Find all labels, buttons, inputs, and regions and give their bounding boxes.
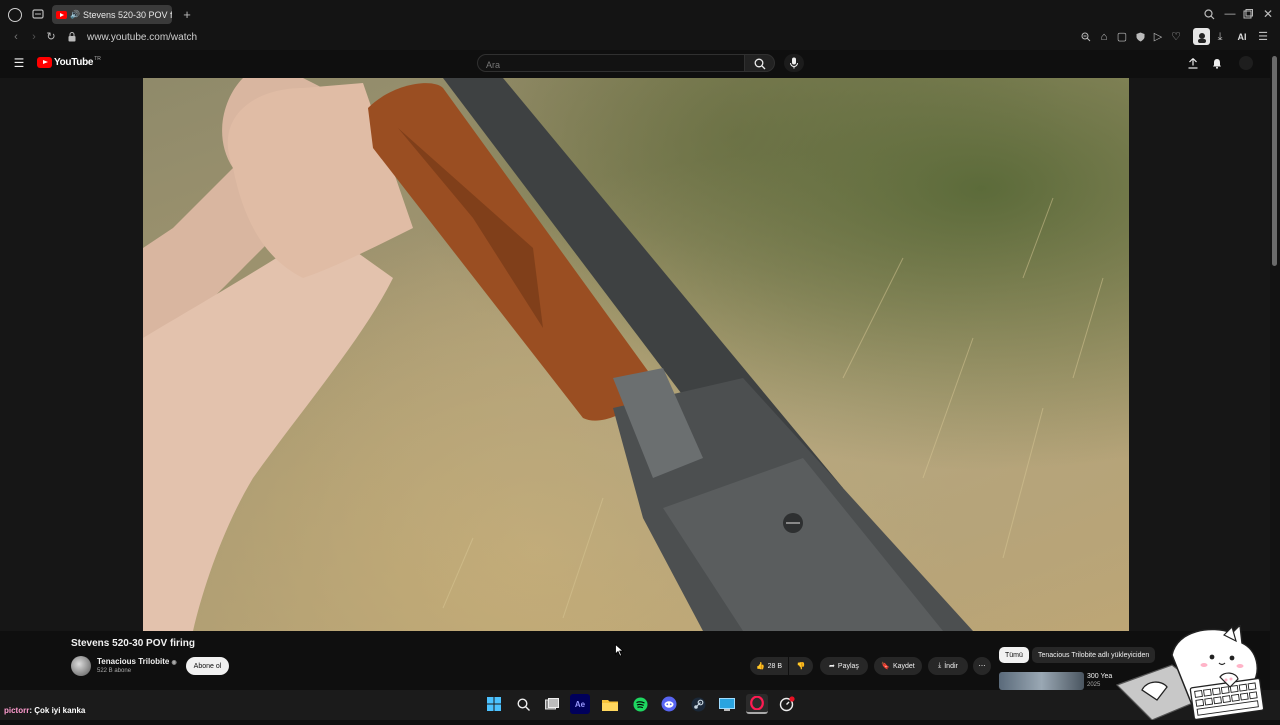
thumbs-up-icon: 👍 xyxy=(755,663,765,670)
tab-manager-icon[interactable] xyxy=(32,9,44,19)
taskbar-search-icon[interactable] xyxy=(512,694,534,714)
chat-username: pictorr xyxy=(4,706,30,715)
recommendation-subtitle: 2025 xyxy=(1087,682,1101,688)
youtube-logo[interactable]: YouTube TR xyxy=(37,55,101,68)
after-effects-icon[interactable]: Ae xyxy=(570,694,590,714)
zoom-icon[interactable] xyxy=(1080,31,1092,43)
maximize-icon[interactable] xyxy=(1242,8,1254,20)
subscriber-count: 522 B abone xyxy=(97,668,132,674)
download-button[interactable]: ⤓ İndir xyxy=(928,657,968,675)
forward-icon[interactable]: › xyxy=(28,31,40,43)
download-label: İndir xyxy=(944,662,958,670)
region-code: TR xyxy=(94,55,101,62)
opera-icon[interactable] xyxy=(8,8,22,22)
save-button[interactable]: 🔖 Kaydet xyxy=(874,657,922,675)
youtube-wordmark: YouTube xyxy=(54,57,94,68)
download-icon[interactable]: ⤓ xyxy=(1214,31,1226,43)
upload-icon[interactable] xyxy=(1187,57,1199,69)
ai-button[interactable]: AI xyxy=(1233,31,1251,43)
bongo-cat-overlay xyxy=(1112,623,1270,721)
verified-icon: ◉ xyxy=(171,660,177,666)
like-button[interactable]: 👍 28 B xyxy=(750,657,788,675)
tab-title: Stevens 520-30 POV f xyxy=(82,9,172,20)
heart-icon[interactable]: ♡ xyxy=(1170,31,1182,43)
speaker-icon[interactable]: 🔊 xyxy=(70,10,80,19)
share-button[interactable]: ➦ Paylaş xyxy=(820,657,868,675)
chat-text: : Çok iyi kanka xyxy=(29,706,86,715)
app-badge-icon[interactable] xyxy=(776,694,798,714)
mouse-cursor xyxy=(615,643,625,662)
spotify-icon[interactable] xyxy=(629,694,651,714)
remote-desktop-icon[interactable] xyxy=(716,694,738,714)
youtube-play-icon xyxy=(37,57,52,68)
menu-icon[interactable]: ☰ xyxy=(1257,31,1269,43)
chip-all[interactable]: Tümü xyxy=(999,647,1029,663)
page-scrollbar-thumb[interactable] xyxy=(1272,56,1277,266)
snapshot-icon[interactable]: ▢ xyxy=(1116,31,1128,43)
back-icon[interactable]: ‹ xyxy=(10,31,22,43)
more-icon: ⋯ xyxy=(978,663,986,670)
search-button[interactable] xyxy=(745,54,775,72)
share-label: Paylaş xyxy=(837,662,859,670)
steam-icon[interactable] xyxy=(687,694,709,714)
minimize-icon[interactable]: — xyxy=(1224,8,1236,20)
opera-gx-icon[interactable] xyxy=(746,694,768,714)
youtube-favicon-icon xyxy=(56,10,67,19)
search-icon[interactable] xyxy=(1203,8,1215,20)
mic-icon xyxy=(790,57,798,69)
share-icon: ➦ xyxy=(829,663,835,670)
video-frame[interactable] xyxy=(143,78,1129,631)
hamburger-icon[interactable]: ☰ xyxy=(12,57,26,69)
task-view-icon[interactable] xyxy=(541,694,563,714)
dislike-button[interactable]: 👎 xyxy=(789,657,813,675)
channel-name[interactable]: Tenacious Trilobite ◉ xyxy=(97,657,177,666)
recommendation-thumbnail[interactable] xyxy=(999,672,1084,690)
recommendation-title[interactable]: 300 Yea xyxy=(1087,673,1112,680)
more-actions-button[interactable]: ⋯ xyxy=(973,657,991,675)
close-icon[interactable]: ✕ xyxy=(1262,8,1274,20)
reload-icon[interactable]: ↻ xyxy=(45,31,57,43)
profile-avatar[interactable] xyxy=(1193,28,1210,45)
video-title: Stevens 520-30 POV firing xyxy=(71,638,195,649)
thumbs-down-icon: 👎 xyxy=(796,663,806,670)
voice-search-button[interactable] xyxy=(784,54,804,72)
file-explorer-icon[interactable] xyxy=(599,694,621,714)
player-icon[interactable]: ▷ xyxy=(1152,31,1164,43)
extension-icon[interactable]: ⌂ xyxy=(1098,31,1110,43)
channel-avatar[interactable] xyxy=(71,656,91,676)
subscribe-button[interactable]: Abone ol xyxy=(186,657,229,675)
account-avatar[interactable] xyxy=(1239,56,1253,70)
new-tab-icon[interactable]: + xyxy=(181,8,193,21)
url-field[interactable]: www.youtube.com/watch xyxy=(87,32,197,43)
bell-icon[interactable] xyxy=(1211,57,1223,69)
video-content-image xyxy=(143,78,1104,631)
like-count: 28 B xyxy=(767,662,783,670)
start-icon[interactable] xyxy=(483,694,505,714)
save-label: Kaydet xyxy=(892,662,915,670)
shield-icon[interactable] xyxy=(1134,31,1146,43)
channel-name-text: Tenacious Trilobite xyxy=(97,657,170,666)
download-icon: ⤓ xyxy=(938,662,942,669)
search-icon xyxy=(754,58,766,70)
bookmark-icon: 🔖 xyxy=(881,663,890,670)
discord-icon[interactable] xyxy=(658,694,680,714)
search-input[interactable] xyxy=(478,57,744,73)
ai-label: AI xyxy=(1237,31,1247,42)
tab-active[interactable]: 🔊 Stevens 520-30 POV f xyxy=(52,5,172,24)
search-box xyxy=(477,54,745,73)
stream-chat-message: pictorr: Çok iyi kanka xyxy=(4,706,85,715)
lock-icon[interactable] xyxy=(67,31,77,43)
bongo-cat-icon xyxy=(1115,623,1265,721)
